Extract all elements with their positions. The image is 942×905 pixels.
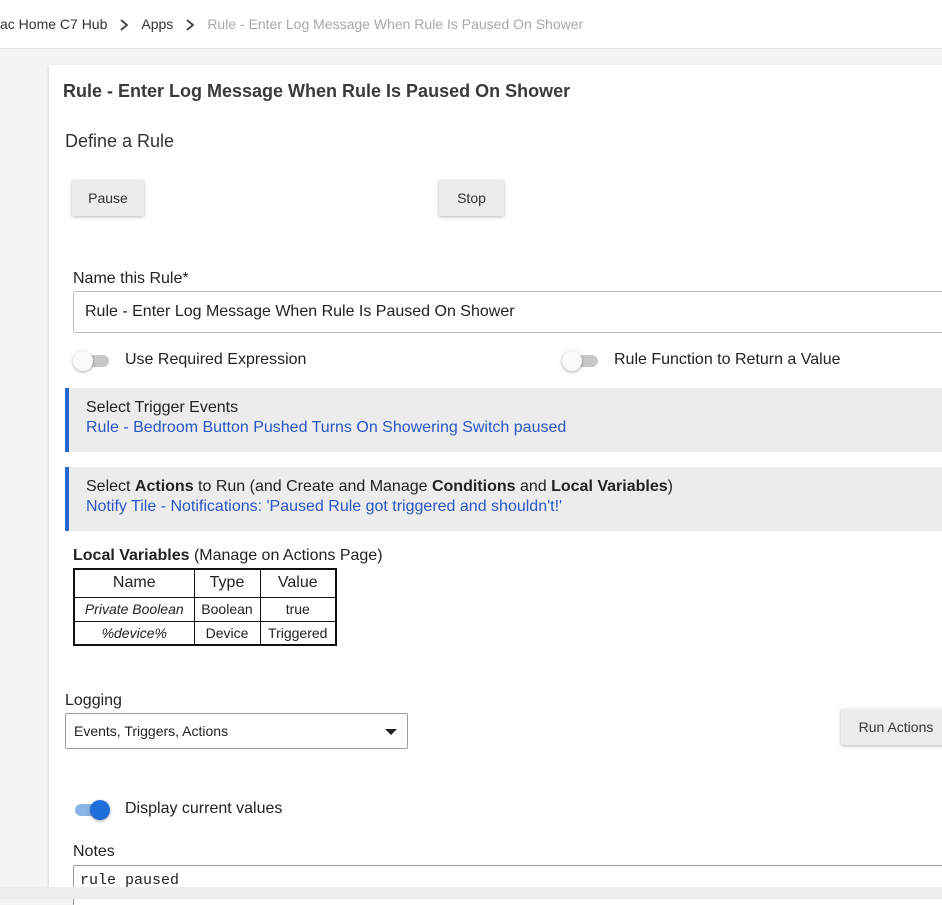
page-title: Rule - Enter Log Message When Rule Is Pa… [63,81,571,101]
variable-name: Private Boolean [73,596,195,622]
toggle-knob [73,351,93,371]
horizontal-scrollbar[interactable] [0,887,942,899]
display-values-toggle[interactable] [73,799,111,821]
toggle-knob [562,351,582,371]
trigger-events-title: Select Trigger Events [86,399,239,416]
variable-name: %device% [73,620,195,646]
notes-textarea[interactable]: rule paused [73,865,942,905]
local-variables-title: Local Variables (Manage on Actions Page) [73,547,383,564]
breadcrumb-current: Rule - Enter Log Message When Rule Is Pa… [207,16,584,32]
rule-name-label: Name this Rule* [73,270,189,287]
local-variables-table: Name Type Value Private Boolean Boolean … [73,568,337,646]
toggle-knob [90,800,110,820]
trigger-events-value: Rule - Bedroom Button Pushed Turns On Sh… [86,419,567,436]
actions-title: Select Actions to Run (and Create and Ma… [86,478,673,495]
column-header-name: Name [73,568,195,598]
breadcrumb-apps[interactable]: Apps [141,16,173,32]
table-row: Private Boolean Boolean true [73,596,337,622]
rule-function-label: Rule Function to Return a Value [614,351,841,368]
notes-label: Notes [73,843,115,860]
required-expression-toggle[interactable] [73,350,111,372]
logging-select[interactable]: Events, Triggers, Actions [65,713,408,749]
variable-type: Device [193,620,261,646]
table-row: %device% Device Triggered [73,620,337,646]
actions-panel[interactable]: Select Actions to Run (and Create and Ma… [65,467,942,531]
rule-card: Rule - Enter Log Message When Rule Is Pa… [49,65,942,905]
variable-value: Triggered [259,620,337,646]
stop-button[interactable]: Stop [439,180,504,216]
run-actions-button[interactable]: Run Actions [841,709,942,745]
section-title: Define a Rule [65,131,175,151]
caret-down-icon [385,729,397,735]
trigger-events-panel[interactable]: Select Trigger Events Rule - Bedroom But… [65,388,942,452]
breadcrumb: ac Home C7 Hub Apps Rule - Enter Log Mes… [0,0,942,49]
logging-label: Logging [65,692,122,709]
breadcrumb-hub[interactable]: ac Home C7 Hub [0,16,107,32]
chevron-right-icon [173,16,207,32]
column-header-type: Type [193,568,261,598]
required-expression-label: Use Required Expression [125,351,307,368]
chevron-right-icon [107,16,141,32]
column-header-value: Value [259,568,337,598]
variable-type: Boolean [193,596,261,622]
pause-button[interactable]: Pause [72,180,144,216]
variable-value: true [259,596,337,622]
rule-name-input[interactable]: Rule - Enter Log Message When Rule Is Pa… [73,291,942,333]
display-values-label: Display current values [125,800,283,817]
logging-selected-value: Events, Triggers, Actions [74,723,229,739]
actions-value: Notify Tile - Notifications: 'Paused Rul… [86,498,563,515]
rule-function-toggle[interactable] [562,350,600,372]
